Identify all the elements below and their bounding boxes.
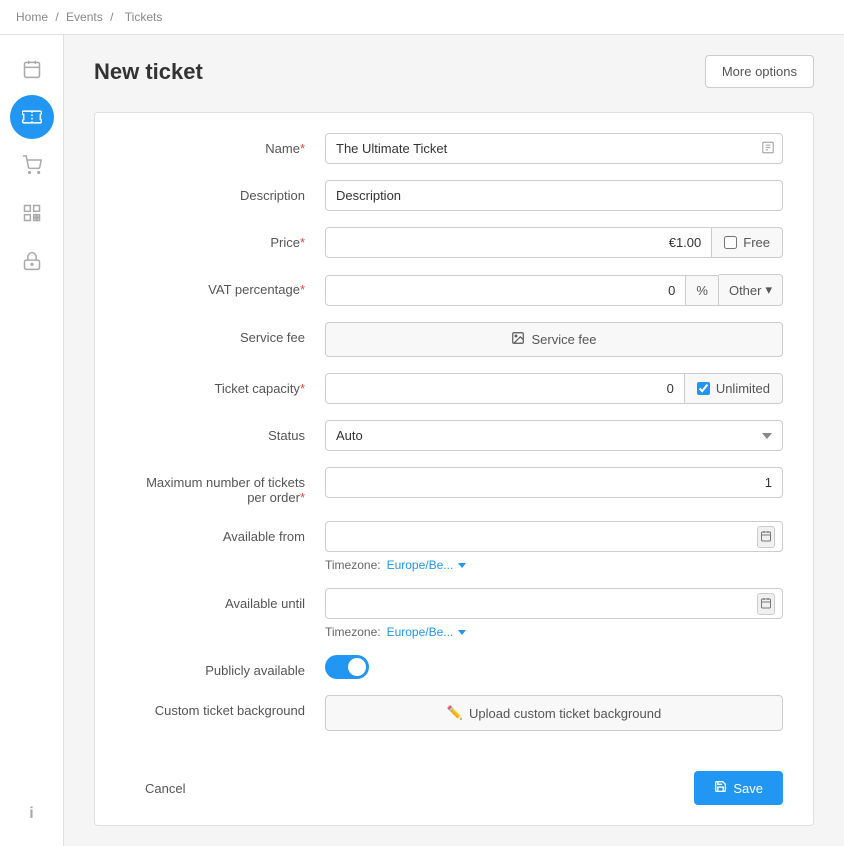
unlimited-label[interactable]: Unlimited xyxy=(716,381,770,396)
save-button[interactable]: Save xyxy=(694,771,783,805)
price-input[interactable] xyxy=(325,227,712,258)
chevron-down-icon: ▾ xyxy=(765,282,772,298)
sidebar-item-lock[interactable] xyxy=(10,239,54,283)
vat-input[interactable] xyxy=(325,275,686,306)
upload-background-button[interactable]: ✏️ Upload custom ticket background xyxy=(325,695,783,731)
custom-background-label: Custom ticket background xyxy=(125,695,325,718)
free-checkbox[interactable] xyxy=(724,236,737,249)
cancel-button[interactable]: Cancel xyxy=(125,773,205,804)
name-input[interactable] xyxy=(325,133,783,164)
breadcrumb: Home / Events / Tickets xyxy=(0,0,844,35)
name-icon xyxy=(761,140,775,157)
publicly-available-label: Publicly available xyxy=(125,655,325,678)
unlimited-wrap: Unlimited xyxy=(685,373,783,404)
timezone-until-select[interactable]: Europe/Be... xyxy=(387,625,468,639)
form-container: Name* Description Price* xyxy=(94,112,814,826)
available-until-label: Available until xyxy=(125,588,325,611)
unlimited-checkbox[interactable] xyxy=(697,382,710,395)
name-row: Name* xyxy=(125,133,783,164)
sidebar-item-ticket[interactable] xyxy=(10,95,54,139)
available-from-label: Available from xyxy=(125,521,325,544)
available-until-input[interactable] xyxy=(325,588,783,619)
form-actions: Cancel Save xyxy=(125,755,783,805)
calendar-until-icon[interactable] xyxy=(757,593,775,615)
timezone-from-select[interactable]: Europe/Be... xyxy=(387,558,468,572)
free-checkbox-wrap: Free xyxy=(712,227,783,258)
ticket-capacity-label: Ticket capacity* xyxy=(125,373,325,396)
sidebar-item-info[interactable]: i xyxy=(10,792,54,836)
main-content: New ticket More options Name* Descriptio… xyxy=(64,35,844,846)
breadcrumb-home[interactable]: Home xyxy=(16,10,48,24)
sidebar-item-calendar[interactable] xyxy=(10,47,54,91)
vat-row: VAT percentage* % Other ▾ xyxy=(125,274,783,306)
breadcrumb-current: Tickets xyxy=(125,10,163,24)
timezone-until-label: Timezone: xyxy=(325,625,381,639)
vat-other-dropdown[interactable]: Other ▾ xyxy=(719,274,783,306)
available-from-input[interactable] xyxy=(325,521,783,552)
breadcrumb-events[interactable]: Events xyxy=(66,10,103,24)
timezone-from-label: Timezone: xyxy=(325,558,381,572)
service-fee-row: Service fee Service fee xyxy=(125,322,783,357)
free-label[interactable]: Free xyxy=(743,235,770,250)
status-select[interactable]: Auto Active Inactive xyxy=(325,420,783,451)
custom-background-row: Custom ticket background ✏️ Upload custo… xyxy=(125,695,783,731)
vat-percent-symbol: % xyxy=(686,275,719,306)
service-fee-button[interactable]: Service fee xyxy=(325,322,783,357)
max-tickets-input[interactable] xyxy=(325,467,783,498)
page-title: New ticket xyxy=(94,59,203,85)
publicly-available-toggle[interactable] xyxy=(325,655,369,679)
page-header: New ticket More options xyxy=(94,55,814,88)
publicly-available-row: Publicly available xyxy=(125,655,783,679)
calendar-from-icon[interactable] xyxy=(757,526,775,548)
capacity-input[interactable] xyxy=(325,373,685,404)
available-from-row: Available from Timezone: Europe/Be... xyxy=(125,521,783,572)
price-row: Price* Free xyxy=(125,227,783,258)
description-row: Description xyxy=(125,180,783,211)
available-until-row: Available until Timezone: Europe/Be... xyxy=(125,588,783,639)
name-label: Name* xyxy=(125,133,325,156)
sidebar: i xyxy=(0,35,64,846)
max-tickets-label: Maximum number of tickets per order* xyxy=(125,467,325,505)
max-tickets-row: Maximum number of tickets per order* xyxy=(125,467,783,505)
description-label: Description xyxy=(125,180,325,203)
more-options-button[interactable]: More options xyxy=(705,55,814,88)
status-label: Status xyxy=(125,420,325,443)
image-icon xyxy=(511,331,525,348)
service-fee-label: Service fee xyxy=(125,322,325,345)
ticket-capacity-row: Ticket capacity* Unlimited xyxy=(125,373,783,404)
vat-label: VAT percentage* xyxy=(125,274,325,297)
description-input[interactable] xyxy=(325,180,783,211)
sidebar-item-cart[interactable] xyxy=(10,143,54,187)
price-label: Price* xyxy=(125,227,325,250)
status-row: Status Auto Active Inactive xyxy=(125,420,783,451)
pencil-icon: ✏️ xyxy=(447,705,463,721)
sidebar-item-qr[interactable] xyxy=(10,191,54,235)
save-icon xyxy=(714,780,727,796)
